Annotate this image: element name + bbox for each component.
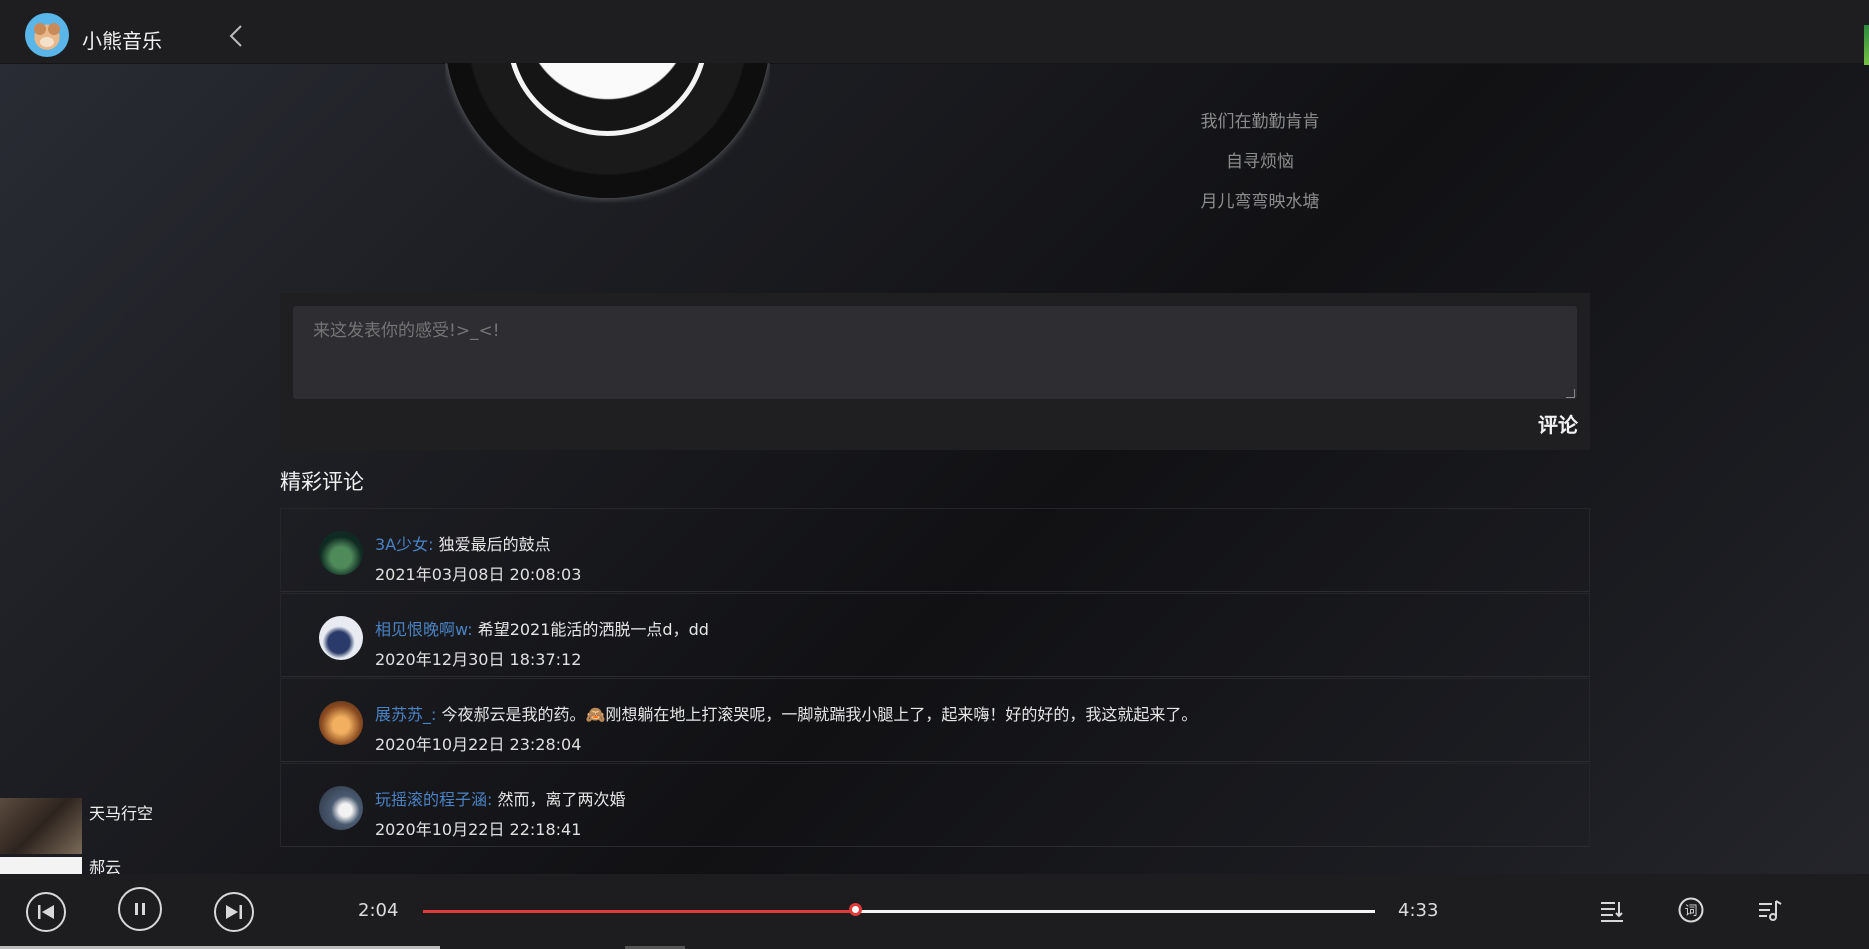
app-header: 小熊音乐 (0, 0, 1869, 65)
pause-button[interactable] (118, 887, 162, 931)
pause-icon (135, 903, 145, 915)
lyrics-icon: 词 (1678, 897, 1704, 923)
volume-meter (1864, 25, 1869, 65)
comment-username[interactable]: 相见恨晚啊w: (375, 620, 473, 639)
comment-timestamp: 2020年12月30日 18:37:12 (375, 650, 582, 669)
comment-item: 相见恨晚啊w: 希望2021能活的洒脱一点d，dd 2020年12月30日 18… (280, 593, 1590, 677)
comment-item: 展苏苏_: 今夜郝云是我的药。🙈刚想躺在地上打滚哭呢，一脚就踹我小腿上了，起来嗨… (280, 678, 1590, 762)
lyric-line: 自寻烦恼 (1226, 152, 1294, 172)
comment-text: 独爱最后的鼓点 (433, 535, 551, 554)
skip-next-icon (226, 905, 242, 919)
player-bar: 2:04 4:33 词 (0, 874, 1869, 949)
comment-timestamp: 2021年03月08日 20:08:03 (375, 565, 582, 584)
app-logo-icon (25, 13, 69, 57)
app-title: 小熊音乐 (82, 29, 162, 53)
comment-item: 3A少女: 独爱最后的鼓点 2021年03月08日 20:08:03 (280, 508, 1590, 592)
comment-timestamp: 2020年10月22日 23:28:04 (375, 735, 582, 754)
now-playing-cover[interactable] (0, 798, 82, 854)
comment-text: 希望2021能活的洒脱一点d，dd (472, 620, 709, 639)
total-time: 4:33 (1398, 900, 1439, 921)
comment-username[interactable]: 玩摇滚的程子涵: (375, 790, 492, 809)
current-time: 2:04 (358, 900, 399, 921)
previous-track-button[interactable] (26, 892, 66, 932)
lyrics-panel: 我们在勤勤肯肯 自寻烦恼 月儿弯弯映水塘 (1100, 110, 1420, 230)
comment-form: 评论 (280, 293, 1590, 450)
comment-username[interactable]: 3A少女: (375, 535, 434, 554)
music-queue-icon (1759, 900, 1782, 921)
lyric-line: 我们在勤勤肯肯 (1200, 112, 1320, 132)
comment-input[interactable] (293, 306, 1577, 399)
section-title: 精彩评论 (280, 470, 364, 494)
progress-fill (423, 910, 857, 913)
progress-handle[interactable] (849, 903, 863, 916)
svg-text:词: 词 (1684, 904, 1697, 919)
next-track-button[interactable] (214, 892, 254, 932)
lyrics-button[interactable]: 词 (1677, 896, 1705, 924)
album-disc (445, 63, 770, 203)
submit-comment-button[interactable]: 评论 (1538, 409, 1578, 438)
comment-timestamp: 2020年10月22日 22:18:41 (375, 820, 582, 839)
chevron-left-icon (229, 25, 242, 47)
comment-list: 3A少女: 独爱最后的鼓点 2021年03月08日 20:08:03 相见恨晚啊… (280, 508, 1590, 855)
resize-handle[interactable] (1566, 389, 1575, 398)
comment-item: 玩摇滚的程子涵: 然而，离了两次婚 2020年10月22日 22:18:41 (280, 763, 1590, 847)
avatar[interactable] (319, 786, 363, 830)
back-button[interactable] (224, 22, 248, 50)
artist-thumbnail[interactable] (0, 857, 82, 874)
playlist-icon (1601, 902, 1623, 922)
progress-bar[interactable] (423, 903, 1375, 916)
playlist-order-button[interactable] (1598, 896, 1626, 924)
skip-previous-icon (38, 905, 54, 919)
avatar[interactable] (319, 701, 363, 745)
comment-username[interactable]: 展苏苏_: (375, 705, 436, 724)
comment-text: 今夜郝云是我的药。🙈刚想躺在地上打滚哭呢，一脚就踹我小腿上了，起来嗨！好的好的，… (436, 705, 1198, 724)
avatar[interactable] (319, 531, 363, 575)
now-playing-song-title[interactable]: 天马行空 (89, 800, 153, 824)
avatar[interactable] (319, 616, 363, 660)
comment-text: 然而，离了两次婚 (492, 790, 626, 809)
queue-button[interactable] (1756, 896, 1784, 924)
album-cover (507, 63, 708, 136)
lyric-line: 月儿弯弯映水塘 (1200, 192, 1320, 212)
